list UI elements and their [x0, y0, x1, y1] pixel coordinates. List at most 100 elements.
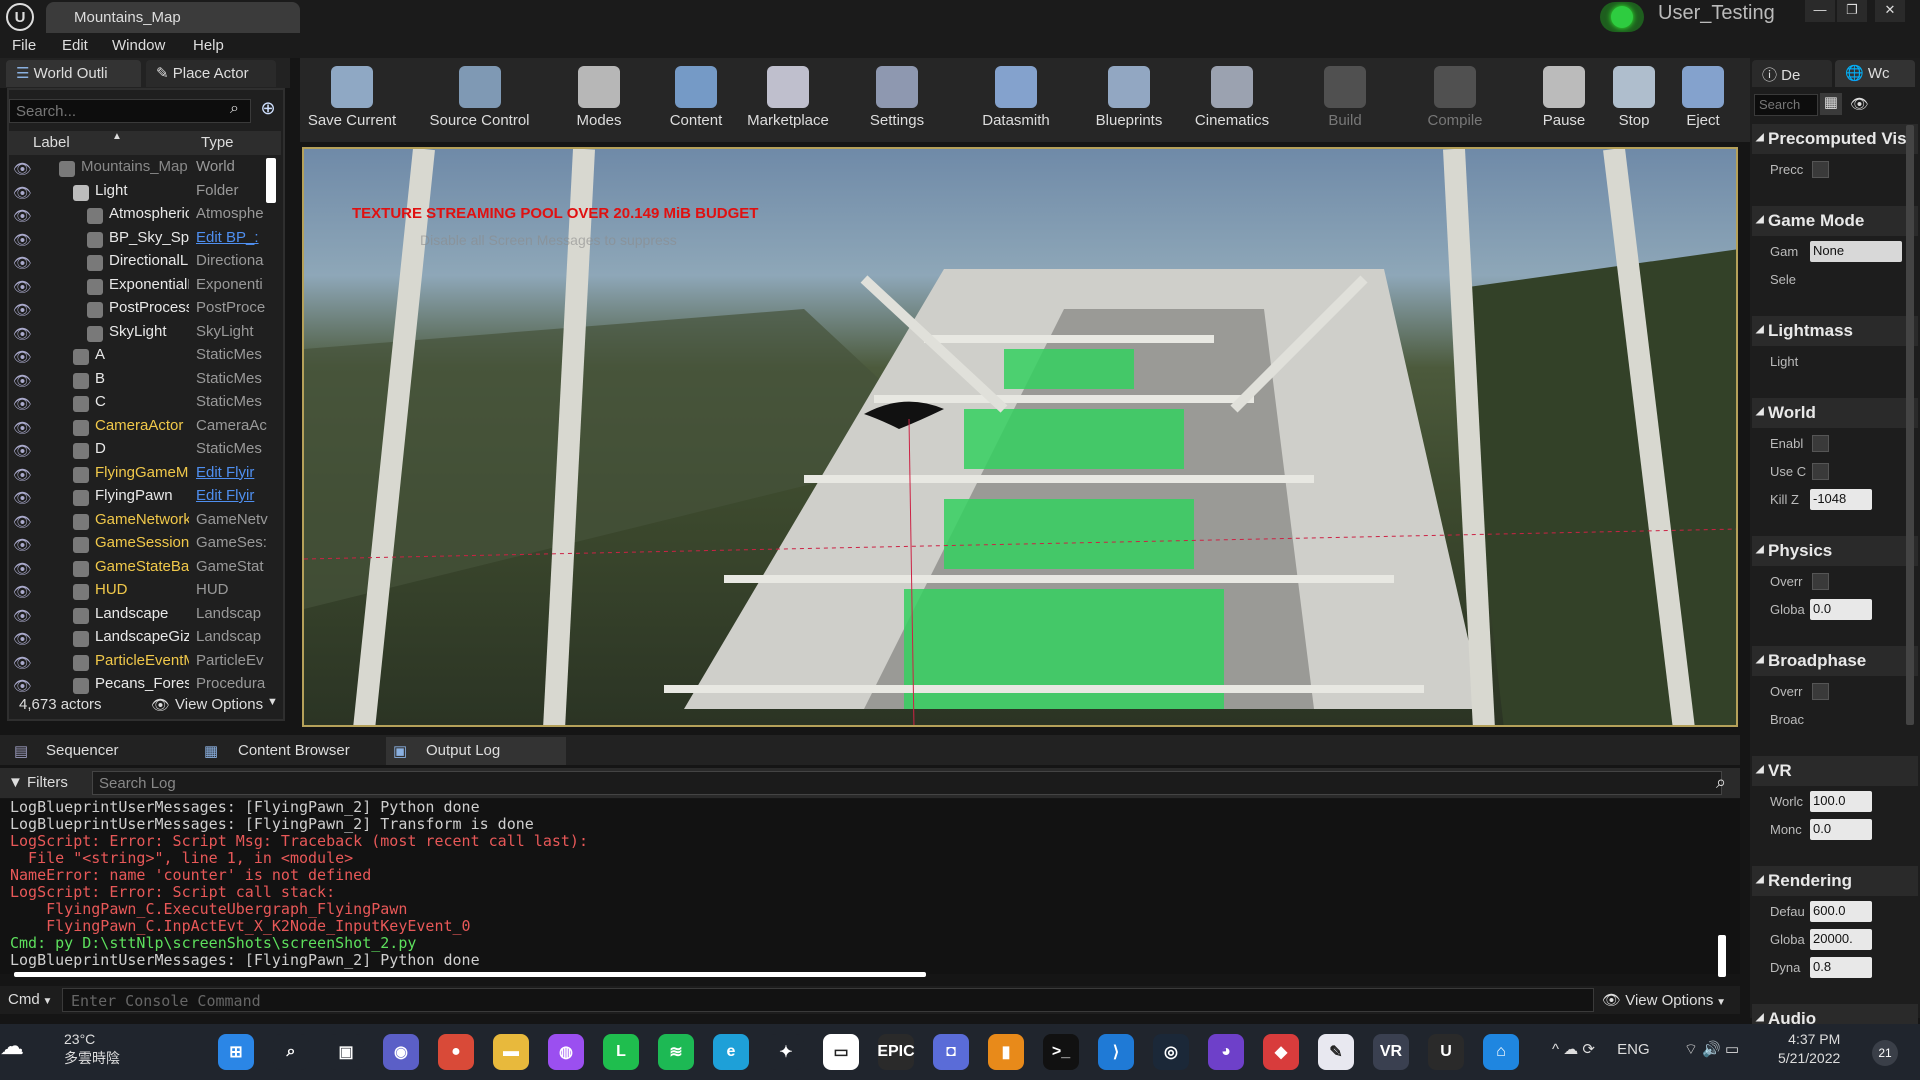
console-command-input[interactable]: Enter Console Command: [62, 988, 1594, 1012]
toolbar-marketplace-button[interactable]: Marketplace: [738, 60, 838, 140]
outliner-row[interactable]: 👁 FlyingPawn Edit Flyir: [9, 487, 271, 510]
close-button[interactable]: ✕: [1875, 0, 1905, 22]
visibility-eye-icon[interactable]: 👁: [13, 419, 32, 437]
toolbar-compile-button[interactable]: Compile: [1410, 60, 1500, 140]
chrome-icon[interactable]: ●: [438, 1034, 474, 1070]
visibility-eye-icon[interactable]: 👁: [13, 513, 32, 531]
onedrive-icon[interactable]: ☁: [1563, 1041, 1582, 1058]
tab-world-outliner[interactable]: ☰ World Outli: [6, 60, 141, 87]
unreal-engine-icon[interactable]: U: [1428, 1034, 1464, 1070]
column-label[interactable]: Label: [33, 134, 70, 151]
property-value-field[interactable]: 600.0: [1810, 901, 1872, 922]
visibility-eye-icon[interactable]: 👁: [13, 630, 32, 648]
section-broadphase[interactable]: ◢ Broadphase: [1752, 646, 1918, 676]
outliner-row[interactable]: 👁 DirectionalLi Directiona: [9, 252, 271, 275]
toolbar-settings-button[interactable]: Settings: [857, 60, 937, 140]
visibility-eye-icon[interactable]: 👁: [13, 278, 32, 296]
toolbar-cinematics-button[interactable]: Cinematics: [1183, 60, 1281, 140]
visibility-eye-icon[interactable]: 👁: [13, 466, 32, 484]
visibility-eye-icon[interactable]: 👁: [13, 583, 32, 601]
outliner-row[interactable]: 👁 A StaticMes: [9, 346, 271, 369]
home-icon[interactable]: ⌂: [1483, 1034, 1519, 1070]
weather-widget[interactable]: 23°C 多雲時陰: [64, 1030, 120, 1068]
log-vertical-scrollbar[interactable]: [1718, 935, 1726, 977]
log-view-options[interactable]: 👁 View Options ▼: [1602, 991, 1726, 1009]
outliner-scrollbar[interactable]: [266, 158, 276, 203]
menu-edit[interactable]: Edit: [62, 37, 88, 54]
tab-sequencer[interactable]: Sequencer: [6, 737, 196, 765]
outliner-row[interactable]: 👁 FlyingGameMo Edit Flyir: [9, 464, 271, 487]
visibility-eye-icon[interactable]: 👁: [13, 160, 32, 178]
clock[interactable]: 4:37 PM 5/21/2022: [1778, 1030, 1840, 1068]
add-filter-icon[interactable]: ⊕: [256, 98, 280, 122]
details-scrollbar[interactable]: [1906, 125, 1914, 725]
outliner-row-type[interactable]: Edit Flyir: [196, 487, 271, 504]
line-icon[interactable]: L: [603, 1034, 639, 1070]
outliner-row[interactable]: 👁 D StaticMes: [9, 440, 271, 463]
outliner-row[interactable]: 👁 SkyLight SkyLight: [9, 323, 271, 346]
log-search-input[interactable]: Search Log: [92, 771, 1722, 795]
visibility-eye-icon[interactable]: 👁: [13, 254, 32, 272]
outliner-row[interactable]: 👁 HUD HUD: [9, 581, 271, 604]
outliner-row[interactable]: 👁 Landscape Landscap: [9, 605, 271, 628]
wifi-icon[interactable]: ⌔: [1684, 1041, 1702, 1058]
visibility-eye-icon[interactable]: 👁: [13, 301, 32, 319]
section-physics[interactable]: ◢ Physics: [1752, 536, 1918, 566]
property-checkbox[interactable]: [1812, 573, 1829, 590]
menu-help[interactable]: Help: [193, 37, 224, 54]
inkscape-icon[interactable]: ✦: [768, 1034, 804, 1070]
visibility-eye-icon[interactable]: 👁: [13, 325, 32, 343]
messenger-icon[interactable]: ◍: [548, 1034, 584, 1070]
eye-icon[interactable]: 👁: [1850, 95, 1869, 113]
tab-details[interactable]: ⓘ De: [1752, 60, 1832, 87]
maximize-button[interactable]: ❐: [1837, 0, 1867, 22]
document-tab[interactable]: Mountains_Map: [46, 2, 300, 33]
visibility-eye-icon[interactable]: 👁: [13, 560, 32, 578]
tab-place-actor[interactable]: ✎ Place Actor: [146, 60, 276, 87]
sync-icon[interactable]: ⟳: [1582, 1041, 1599, 1058]
outliner-row[interactable]: 👁 GameStateBas GameStat: [9, 558, 271, 581]
grid-view-icon[interactable]: ▦: [1820, 93, 1842, 115]
outliner-row[interactable]: 👁 Atmospheric Atmosphe: [9, 205, 271, 228]
battery-icon[interactable]: ▭: [1725, 1041, 1739, 1058]
tab-content-browser[interactable]: Content Browser: [198, 737, 383, 765]
property-checkbox[interactable]: [1812, 683, 1829, 700]
section-vr[interactable]: ◢ VR: [1752, 756, 1918, 786]
toolbar-pause-button[interactable]: Pause: [1528, 60, 1600, 140]
outliner-row[interactable]: 👁 GameNetworkM GameNetv: [9, 511, 271, 534]
minimize-button[interactable]: —: [1805, 0, 1835, 22]
visibility-eye-icon[interactable]: 👁: [13, 395, 32, 413]
terminal-icon[interactable]: >_: [1043, 1034, 1079, 1070]
cmd-dropdown[interactable]: Cmd ▼: [8, 991, 52, 1008]
game-icon[interactable]: ◆: [1263, 1034, 1299, 1070]
outliner-row[interactable]: 👁 CameraActor CameraAc: [9, 417, 271, 440]
notepad-icon[interactable]: ✎: [1318, 1034, 1354, 1070]
details-search-input[interactable]: Search: [1754, 94, 1818, 116]
outliner-row[interactable]: 👁 Mountains_Map World: [9, 158, 271, 181]
property-value-field[interactable]: -1048: [1810, 489, 1872, 510]
toolbar-save-current-button[interactable]: Save Current: [302, 60, 402, 140]
notification-badge[interactable]: 21: [1872, 1040, 1898, 1066]
property-value-field[interactable]: 0.0: [1810, 819, 1872, 840]
outliner-row[interactable]: 👁 PostProcess PostProce: [9, 299, 271, 322]
log-filters-button[interactable]: ▼ Filters: [8, 774, 68, 791]
chevron-up-icon[interactable]: ^: [1552, 1041, 1563, 1058]
visibility-eye-icon[interactable]: 👁: [13, 231, 32, 249]
outliner-row[interactable]: 👁 ExponentialH Exponenti: [9, 276, 271, 299]
outliner-row[interactable]: 👁 GameSession GameSes:: [9, 534, 271, 557]
toolbar-source-control-button[interactable]: Source Control: [412, 60, 547, 140]
column-type[interactable]: Type: [201, 134, 234, 151]
toolbar-datasmith-button[interactable]: Datasmith: [967, 60, 1065, 140]
property-checkbox[interactable]: [1812, 463, 1829, 480]
outliner-row-type[interactable]: Edit Flyir: [196, 464, 271, 481]
visibility-eye-icon[interactable]: 👁: [13, 536, 32, 554]
property-checkbox[interactable]: [1812, 435, 1829, 452]
toolbar-eject-button[interactable]: Eject: [1669, 60, 1737, 140]
property-value-field[interactable]: None: [1810, 241, 1902, 262]
outliner-row[interactable]: 👁 BP_Sky_Sph Edit BP_:: [9, 229, 271, 252]
language-indicator[interactable]: ENG: [1617, 1041, 1650, 1058]
property-checkbox[interactable]: [1812, 161, 1829, 178]
outliner-row-type[interactable]: Edit BP_:: [196, 229, 271, 246]
outliner-view-options[interactable]: View Options: [175, 696, 263, 713]
section-precomputed-vis[interactable]: ◢ Precomputed Vis: [1752, 124, 1918, 154]
